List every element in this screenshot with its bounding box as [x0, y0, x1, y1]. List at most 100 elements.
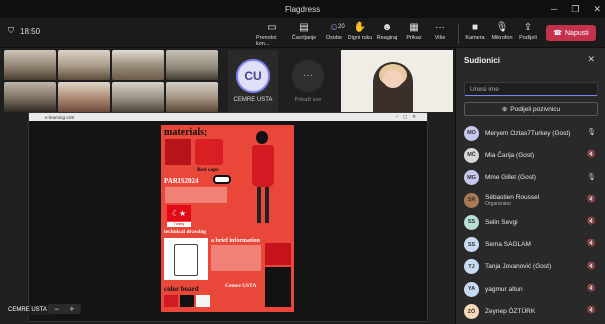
zoom-out-icon[interactable]: − [54, 304, 59, 314]
jacket-photo [265, 267, 291, 307]
participant-row[interactable]: SS Selin Sevgi 🔇 [456, 211, 605, 233]
avatar: ZÖ [464, 304, 479, 320]
participant-video[interactable] [112, 50, 164, 80]
participant-role: Organizator [485, 200, 512, 207]
participant-video[interactable] [166, 82, 218, 112]
participant-name: Tanja Jovanović (Gost) [485, 263, 552, 271]
show-all-label: Prikaži sve [294, 96, 322, 103]
hand-icon: ✋ [353, 22, 367, 33]
microphone-icon: 🎙 [495, 22, 509, 33]
participant-name: Mme Gillet (Gost) [485, 174, 536, 182]
avatar: SR [464, 192, 479, 208]
microphone-muted-icon[interactable]: 🔇 [587, 262, 596, 270]
avatar: MO [464, 125, 479, 141]
slide-heading: materials; [164, 127, 208, 138]
avatar: SS [464, 214, 479, 230]
minimize-icon[interactable]: ─ [551, 4, 557, 14]
microphone-icon[interactable]: 🎙 [587, 173, 596, 181]
turkey-flag: ☾★ [167, 205, 191, 221]
show-all-tile[interactable]: ··· Prikaži sve [283, 50, 333, 112]
avatar: CU [236, 59, 270, 93]
participant-name: Mia Čarija (Gost) [485, 151, 535, 159]
share-button[interactable]: ⇪ Podijeli [512, 21, 544, 41]
slide-label-technical: technical drawing [164, 229, 207, 235]
shared-window-title: e-learning-LMI [45, 114, 75, 120]
search-input[interactable]: Unesi ime [464, 82, 598, 96]
participant-video[interactable] [58, 82, 110, 112]
figure-head [256, 131, 268, 144]
share-icon: ⇪ [523, 22, 533, 33]
shared-screen[interactable]: e-learning-LMI –▢✕ materials; Red cape P… [28, 112, 428, 322]
leave-button[interactable]: ☎ Napusti [546, 25, 596, 41]
chat-icon: ▤ [299, 22, 309, 33]
panel-title: Sudionici [464, 56, 500, 65]
microphone-muted-icon[interactable]: 🔇 [587, 195, 596, 203]
share-invite-button[interactable]: ⊕ Podijeli pozivnicu [464, 102, 598, 116]
avatar-name: CEMRE USTA [233, 97, 273, 103]
figure-leg [265, 187, 269, 223]
meeting-info: ⛉ 18:50 [8, 26, 40, 36]
participant-row[interactable]: MO Meryem Oztas7Turkey (Gost) 🎙 [456, 122, 605, 144]
fabric-swatch [195, 139, 223, 165]
zoom-in-icon[interactable]: + [69, 304, 74, 314]
shield-icon[interactable]: ⛉ [8, 26, 14, 36]
participant-row[interactable]: TJ Tanja Jovanović (Gost) 🔇 [456, 256, 605, 278]
participant-name: Sébastien Roussel [485, 193, 540, 201]
technical-drawing [164, 238, 208, 280]
participant-avatar-tile[interactable]: CU CEMRE USTA [228, 50, 278, 112]
participant-info: Mia Čarija (Gost) [485, 152, 534, 159]
color-swatch [164, 295, 178, 307]
close-icon[interactable]: ✕ [593, 4, 601, 15]
meeting-timer: 18:50 [20, 26, 41, 36]
avatar: MG [464, 170, 479, 186]
participant-video[interactable] [166, 50, 218, 80]
slide-text-block [211, 245, 261, 271]
participant-video[interactable] [58, 50, 110, 80]
participant-video[interactable] [4, 82, 56, 112]
participant-list: MO Meryem Oztas7Turkey (Gost) 🎙 MČ Mia Čarij… [456, 122, 605, 323]
microphone-icon[interactable]: 🎙 [587, 128, 596, 136]
participant-info: Selin Sevgi [485, 219, 518, 226]
avatar: YA [464, 281, 479, 297]
grid-icon: ▦ [409, 22, 419, 33]
participant-name: Selin Sevgi [485, 218, 518, 226]
microphone-muted-icon[interactable]: 🔇 [587, 306, 596, 314]
microphone-muted-icon[interactable]: 🔇 [587, 239, 596, 247]
more-button[interactable]: ··· Više [424, 21, 456, 41]
participant-row[interactable]: ZÖ Zeynep ÖZTÜRK 🔇 [456, 300, 605, 322]
color-swatch [196, 295, 210, 307]
participant-name: yagmur altun [485, 285, 523, 293]
title-bar: Flagdress ─ ❐ ✕ [0, 0, 605, 18]
shared-window-controls: –▢✕ [395, 114, 421, 119]
participant-row[interactable]: MČ Mia Čarija (Gost) 🔇 [456, 144, 605, 166]
chat-button[interactable]: ▤ Čavrljanje [288, 21, 320, 41]
maximize-icon[interactable]: ❐ [571, 4, 579, 15]
participant-info: Tanja Jovanović (Gost) [485, 263, 551, 270]
participant-row[interactable]: YA yagmur altun 🔇 [456, 278, 605, 300]
participant-row[interactable]: MG Mme Gillet (Gost) 🎙 [456, 167, 605, 189]
microphone-muted-icon[interactable]: 🔇 [587, 284, 596, 292]
microphone-muted-icon[interactable]: 🔇 [587, 217, 596, 225]
color-swatch [180, 295, 194, 307]
participant-info: Sema SAGLAM [485, 241, 531, 248]
participant-row[interactable]: SR Sébastien Roussel Organizator 🔇 [456, 189, 605, 211]
paris-logo [213, 175, 231, 184]
slide-label-paris: PARIS2024 [164, 177, 199, 185]
slide-text-block [165, 187, 227, 203]
zoom-controls: − + [48, 304, 81, 314]
more-icon: ··· [292, 59, 324, 92]
microphone-muted-icon[interactable]: 🔇 [587, 150, 596, 158]
participant-row[interactable]: SS Sema SAGLAM 🔇 [456, 233, 605, 255]
fashion-illustration [243, 131, 283, 231]
fabric-swatch [265, 243, 291, 265]
presenter-name-chip: CEMRE USTA [4, 305, 51, 315]
close-icon[interactable]: ✕ [587, 54, 595, 65]
speaker-video[interactable] [341, 50, 453, 112]
participant-video[interactable] [4, 50, 56, 80]
participants-panel: Sudionici ✕ Unesi ime ⊕ Podijeli pozivni… [455, 48, 605, 324]
participant-name: Sema SAGLAM [485, 241, 531, 249]
live-captions-button[interactable]: ▭ Prenotni kon... [256, 21, 288, 47]
phone-hangup-icon: ☎ [553, 30, 562, 37]
participant-name: Zeynep ÖZTÜRK [485, 308, 536, 316]
participant-video[interactable] [112, 82, 164, 112]
